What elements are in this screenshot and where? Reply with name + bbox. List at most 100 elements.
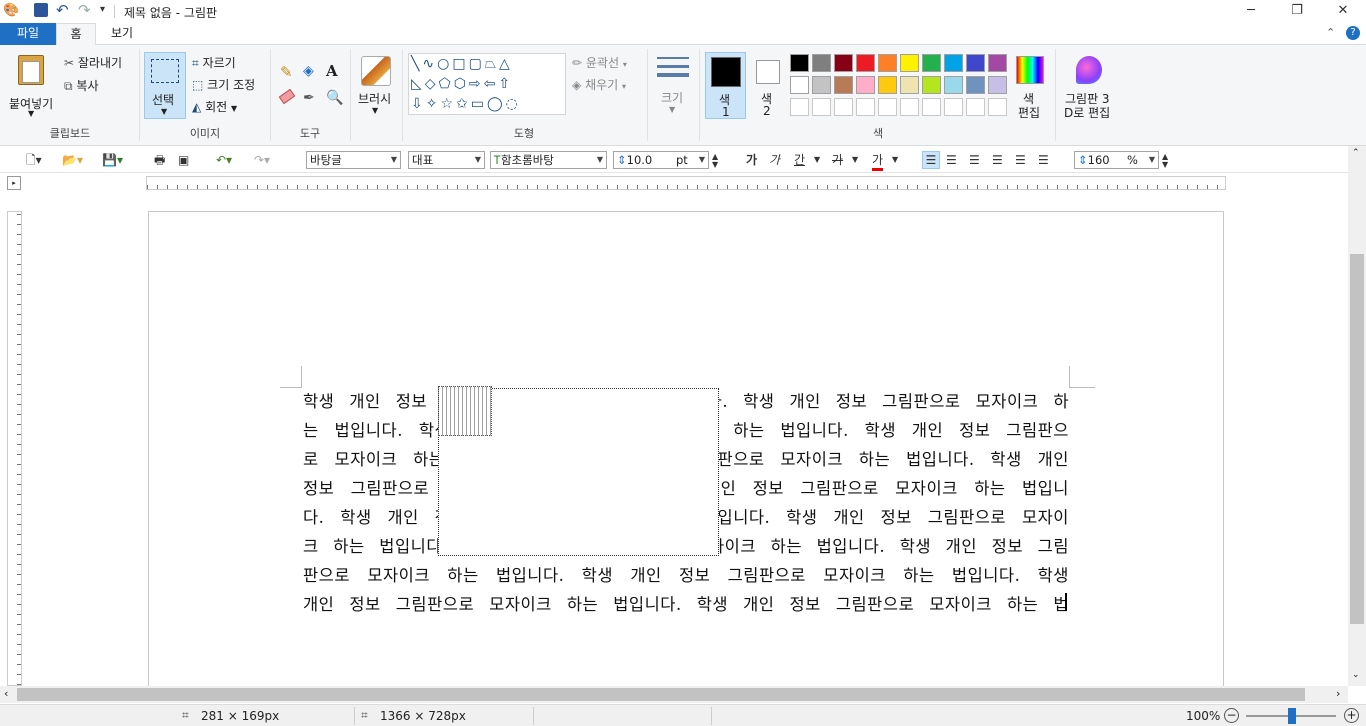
chevron-down-icon[interactable]: ▼	[892, 152, 898, 168]
palette-color-swatch[interactable]	[900, 76, 919, 94]
palette-color-swatch[interactable]	[966, 76, 985, 94]
color-picker-icon[interactable]: ✒	[303, 90, 315, 106]
palette-color-swatch[interactable]	[790, 76, 809, 94]
color1-button[interactable]: 색 1	[705, 52, 746, 119]
palette-empty-swatch[interactable]	[966, 98, 985, 116]
underline-button[interactable]: 간	[794, 152, 805, 168]
magnifier-icon[interactable]: 🔍	[326, 90, 343, 106]
paste-button[interactable]: 붙여넣기 ▼	[6, 49, 58, 119]
language-select[interactable]: 대표 ▼	[408, 151, 485, 169]
edit-colors-button[interactable]: 색 편집	[1012, 54, 1048, 120]
new-document-icon[interactable]: 🗋▾	[26, 152, 42, 168]
horizontal-ruler[interactable]	[146, 176, 1226, 190]
fill-bucket-icon[interactable]: ◈	[303, 63, 314, 79]
line-spacing-input[interactable]: ⇕160% ▼	[1074, 151, 1159, 169]
print-icon[interactable]: 🖶	[154, 152, 165, 168]
resize-button[interactable]: ⬚ 크기 조정	[192, 76, 255, 93]
bold-button[interactable]: 가	[746, 152, 757, 168]
spin-up-down-icon[interactable]: ▲ ▼	[1162, 153, 1168, 169]
tab-home[interactable]: 홈	[56, 23, 96, 46]
palette-color-swatch[interactable]	[922, 76, 941, 94]
scroll-right-icon[interactable]: ›	[1336, 687, 1340, 700]
palette-empty-swatch[interactable]	[856, 98, 875, 116]
palette-color-swatch[interactable]	[922, 54, 941, 72]
outline-button[interactable]: ✏ 윤곽선 ▾	[572, 54, 627, 71]
palette-empty-swatch[interactable]	[834, 98, 853, 116]
mosaic-selection[interactable]	[438, 386, 492, 436]
undo-icon[interactable]: ↶▾	[216, 152, 232, 168]
chevron-down-icon[interactable]: ▼	[814, 152, 820, 168]
palette-empty-swatch[interactable]	[922, 98, 941, 116]
text-color-button[interactable]: 가	[872, 152, 884, 171]
palette-color-swatch[interactable]	[834, 54, 853, 72]
palette-color-swatch[interactable]	[988, 76, 1007, 94]
palette-color-swatch[interactable]	[966, 54, 985, 72]
horizontal-scrollbar[interactable]: ‹ ›	[0, 686, 1348, 703]
brush-button[interactable]: 브러시 ▼	[356, 52, 396, 119]
save-icon[interactable]	[34, 3, 48, 17]
palette-empty-swatch[interactable]	[900, 98, 919, 116]
document-text-line[interactable]: 판으로 모자이크 하는 법입니다. 학생 개인 정보 그림판으로 모자이크 하는…	[303, 562, 1069, 588]
spin-up-down-icon[interactable]: ▲ ▼	[712, 153, 718, 169]
ruler-corner[interactable]: ▸	[7, 176, 21, 190]
align-right-icon[interactable]: ☰	[992, 152, 1003, 168]
scroll-thumb[interactable]	[1350, 254, 1364, 624]
copy-button[interactable]: ⧉ 복사	[64, 77, 99, 94]
print-preview-icon[interactable]: ▣	[178, 152, 189, 168]
close-button[interactable]: ✕	[1320, 0, 1366, 23]
document-text-line[interactable]: 개인 정보 그림판으로 모자이크 하는 법입니다. 학생 개인 정보 그림판으로…	[303, 591, 1069, 617]
palette-color-swatch[interactable]	[878, 54, 897, 72]
scroll-up-icon[interactable]: ⌃	[1352, 148, 1360, 158]
palette-color-swatch[interactable]	[944, 54, 963, 72]
palette-color-swatch[interactable]	[988, 54, 1007, 72]
minimize-button[interactable]: ─	[1228, 0, 1274, 23]
color2-button[interactable]: 색 2	[750, 52, 786, 119]
palette-color-swatch[interactable]	[856, 54, 875, 72]
chevron-down-icon[interactable]: ▼	[852, 152, 858, 168]
palette-empty-swatch[interactable]	[812, 98, 831, 116]
align-both-icon[interactable]: ☰	[922, 151, 940, 169]
select-button[interactable]: 선택 ▼	[144, 52, 186, 119]
size-button[interactable]: 크기 ▼	[653, 53, 693, 119]
customize-quick-access-icon[interactable]: ▾	[100, 4, 105, 15]
palette-empty-swatch[interactable]	[988, 98, 1007, 116]
maximize-button[interactable]: ❐	[1274, 0, 1320, 23]
palette-color-swatch[interactable]	[900, 54, 919, 72]
crop-button[interactable]: ⌗ 자르기	[192, 54, 236, 71]
style-select[interactable]: 바탕글 ▼	[306, 151, 401, 169]
paint-app-icon[interactable]: 🎨	[3, 3, 19, 18]
cut-button[interactable]: ✂ 잘라내기	[64, 54, 122, 71]
help-icon[interactable]: ?	[1346, 26, 1360, 40]
scroll-thumb[interactable]	[17, 688, 1305, 701]
tab-file[interactable]: 파일	[0, 23, 56, 45]
undo-icon[interactable]: ↶	[56, 1, 69, 19]
zoom-slider-thumb[interactable]	[1288, 708, 1296, 724]
scroll-down-icon[interactable]: ⌄	[1352, 670, 1360, 680]
text-icon[interactable]: A	[326, 62, 338, 80]
palette-color-swatch[interactable]	[812, 76, 831, 94]
shapes-gallery[interactable]: ╲∿○□▢⏢△ ◺◇⬠⬡⇨⇦⇧ ⇩✧☆✩▭◯◌	[408, 53, 566, 115]
redo-icon[interactable]: ↷	[78, 1, 91, 19]
palette-color-swatch[interactable]	[790, 54, 809, 72]
scroll-left-icon[interactable]: ‹	[4, 687, 8, 700]
eraser-icon[interactable]	[278, 88, 296, 105]
italic-button[interactable]: 가	[769, 152, 780, 168]
vertical-scrollbar[interactable]: ⌃ ⌄	[1348, 146, 1366, 686]
distribute-icon[interactable]: ☰	[1015, 152, 1026, 168]
font-select[interactable]: Ꭲ함초롬바탕 ▼	[490, 151, 607, 169]
palette-color-swatch[interactable]	[834, 76, 853, 94]
palette-color-swatch[interactable]	[812, 54, 831, 72]
divide-icon[interactable]: ☰	[1038, 152, 1049, 168]
palette-color-swatch[interactable]	[944, 76, 963, 94]
tab-view[interactable]: 보기	[100, 23, 144, 45]
align-center-icon[interactable]: ☰	[969, 152, 980, 168]
collapse-ribbon-icon[interactable]: ⌃	[1326, 26, 1335, 39]
zoom-out-icon[interactable]: −	[1224, 708, 1239, 723]
palette-empty-swatch[interactable]	[790, 98, 809, 116]
redo-icon[interactable]: ↷▾	[254, 152, 270, 168]
align-left-icon[interactable]: ☰	[946, 152, 957, 168]
save-icon[interactable]: 💾▾	[102, 152, 123, 168]
palette-empty-swatch[interactable]	[944, 98, 963, 116]
paint3d-button[interactable]: 그림판 3 D로 편집	[1060, 54, 1118, 120]
palette-color-swatch[interactable]	[856, 76, 875, 94]
